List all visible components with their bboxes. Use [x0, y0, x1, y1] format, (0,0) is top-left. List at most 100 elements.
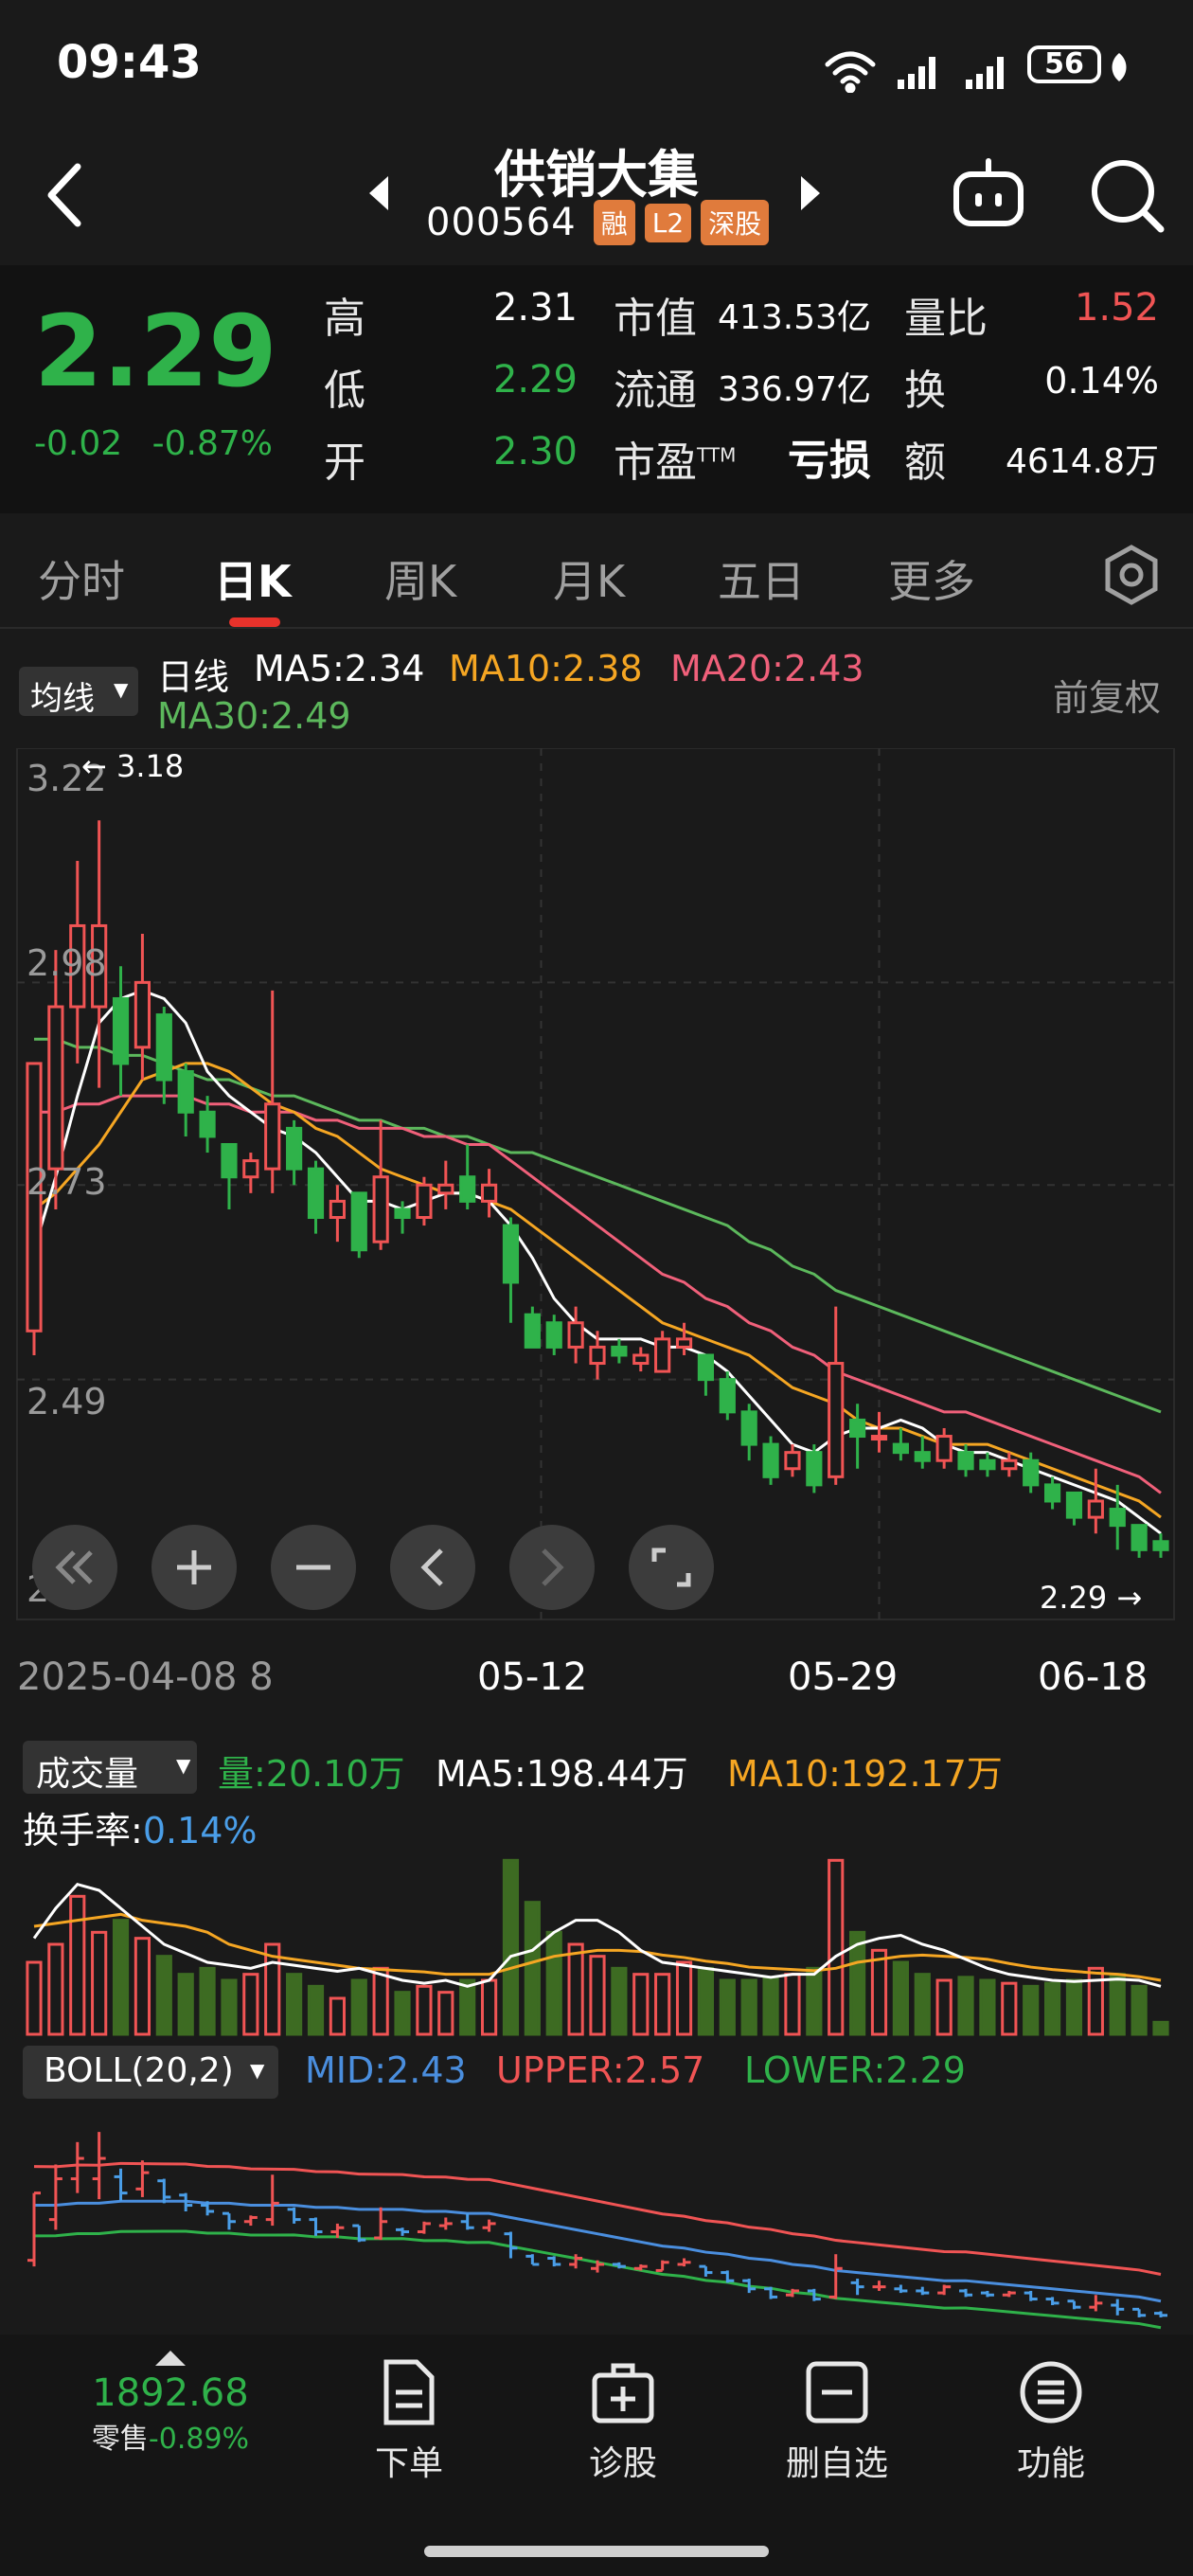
candle-body: [849, 1418, 866, 1439]
pe-value: 亏损: [788, 437, 871, 485]
volume-bar: [632, 1973, 650, 2036]
candle-body: [806, 1451, 823, 1487]
candle-body: [567, 1321, 584, 1349]
candle-body: [199, 1110, 216, 1138]
nav-diagnose[interactable]: 诊股: [538, 2358, 708, 2485]
candle-body: [697, 1353, 715, 1382]
volume-value: 量:20.10万: [218, 1753, 405, 1795]
candle-body: [632, 1353, 650, 1366]
volume-indicator-dropdown[interactable]: 成交量 ▼: [23, 1741, 197, 1794]
search-icon[interactable]: [1087, 155, 1166, 235]
volume-bar: [372, 1966, 389, 2036]
nav-functions[interactable]: 功能: [966, 2358, 1136, 2485]
candle-body: [719, 1378, 736, 1414]
candle-body: [762, 1442, 779, 1478]
x-tick-2: 05-12: [477, 1655, 588, 1699]
candle-body: [177, 1069, 194, 1114]
ma30-value: MA30:2.49: [157, 695, 351, 737]
stock-code: 000564: [426, 201, 577, 244]
boll-upper: UPPER:2.57: [496, 2049, 705, 2091]
nav-place-order[interactable]: 下单: [324, 2358, 494, 2485]
scroll-right-button[interactable]: [509, 1525, 595, 1610]
volratio-value: 1.52: [1074, 286, 1159, 330]
volume-bar: [307, 1984, 325, 2036]
next-stock-button[interactable]: [797, 174, 822, 212]
candle-body: [394, 1208, 411, 1220]
x-tick-4: 06-18: [1038, 1655, 1148, 1699]
adjust-mode[interactable]: 前复权: [1053, 669, 1161, 721]
candle-body: [935, 1435, 953, 1462]
candle-body: [112, 996, 130, 1065]
volume-bar: [957, 1976, 974, 2036]
pe-label: 市盈TTM: [614, 428, 736, 489]
chevron-up-icon: [155, 2351, 186, 2366]
period-label: 日线: [157, 656, 230, 698]
indicator-dropdown[interactable]: 均线 ▼: [19, 667, 138, 718]
boll-chart[interactable]: [0, 2108, 1193, 2334]
pe-ttm: TTM: [697, 443, 737, 467]
scroll-left-button[interactable]: [390, 1525, 475, 1610]
volume-bar: [416, 1984, 433, 2036]
volume-bar: [1065, 1978, 1083, 2036]
candle-body: [1131, 1524, 1148, 1551]
tab-more[interactable]: 更多: [888, 547, 975, 610]
volume-bar: [177, 1973, 194, 2036]
candle-body: [870, 1435, 888, 1441]
battery-icon: 56: [1027, 45, 1101, 83]
volume-chart[interactable]: [0, 1828, 1193, 2038]
candle-body: [654, 1337, 671, 1373]
nav-remove-watchlist[interactable]: 删自选: [752, 2358, 922, 2485]
status-time: 09:43: [57, 36, 202, 89]
robot-assistant-icon[interactable]: [951, 155, 1026, 231]
high-value: 2.31: [492, 286, 578, 330]
high-label: 高: [324, 295, 365, 343]
tab-monthly-k[interactable]: 月K: [553, 547, 625, 610]
x-tick-3: 05-29: [788, 1655, 899, 1699]
tab-weekly-k[interactable]: 周K: [384, 547, 456, 610]
candle-body: [957, 1451, 974, 1471]
cell-signal-icon: [898, 57, 935, 89]
volume-bar: [675, 1960, 693, 2036]
fullscreen-button[interactable]: [629, 1525, 714, 1610]
sector-index-change-value: -0.89%: [148, 2423, 250, 2456]
volume-bar: [134, 1937, 151, 2036]
volume-bar: [26, 1960, 43, 2036]
volume-bar: [762, 1976, 779, 2036]
tab-daily-k[interactable]: 日K: [214, 547, 292, 610]
volume-bar: [437, 1991, 454, 2036]
scroll-start-button[interactable]: [32, 1525, 117, 1610]
stock-code-row: 000564 融 L2 深股: [426, 199, 770, 246]
volume-bar: [112, 1919, 130, 2036]
x-tick-start: 2025-04-08 8: [17, 1655, 274, 1699]
volume-ma10: MA10:192.17万: [727, 1753, 1003, 1795]
candle-body: [545, 1321, 562, 1349]
last-price-marker: 2.29 →: [1040, 1580, 1143, 1616]
chevron-down-icon: ▼: [176, 1754, 191, 1777]
volume-bar: [1023, 1984, 1040, 2036]
price-change: -0.02 -0.87%: [34, 424, 273, 463]
candle-body: [242, 1159, 259, 1179]
y-tick-1: 2.98: [27, 942, 107, 984]
tab-five-day[interactable]: 五日: [718, 547, 805, 610]
candle-body: [221, 1142, 238, 1179]
home-indicator[interactable]: [424, 2546, 769, 2557]
volume-bar: [286, 1973, 303, 2036]
fullscreen-icon: [651, 1547, 691, 1587]
settings-icon[interactable]: [1102, 544, 1161, 606]
boll-indicator-dropdown[interactable]: BOLL(20,2) ▼: [23, 2046, 278, 2099]
volume-bar: [91, 1930, 108, 2036]
candle-body: [828, 1362, 845, 1478]
volume-bar: [719, 1978, 736, 2036]
sector-index[interactable]: 1892.68 零售-0.89%: [66, 2347, 275, 2457]
candle-body: [1109, 1508, 1126, 1528]
tab-intraday[interactable]: 分时: [38, 547, 125, 610]
volume-bar: [155, 1955, 172, 2036]
volume-bar: [199, 1966, 216, 2036]
zoom-in-button[interactable]: [151, 1525, 237, 1610]
zoom-out-button[interactable]: [271, 1525, 356, 1610]
active-tab-indicator: [229, 617, 280, 627]
turnover-value: 0.14%: [1044, 360, 1159, 402]
candle-body: [1065, 1491, 1083, 1519]
ma10-value: MA10:2.38: [449, 648, 643, 689]
volume-bar: [611, 1966, 628, 2036]
